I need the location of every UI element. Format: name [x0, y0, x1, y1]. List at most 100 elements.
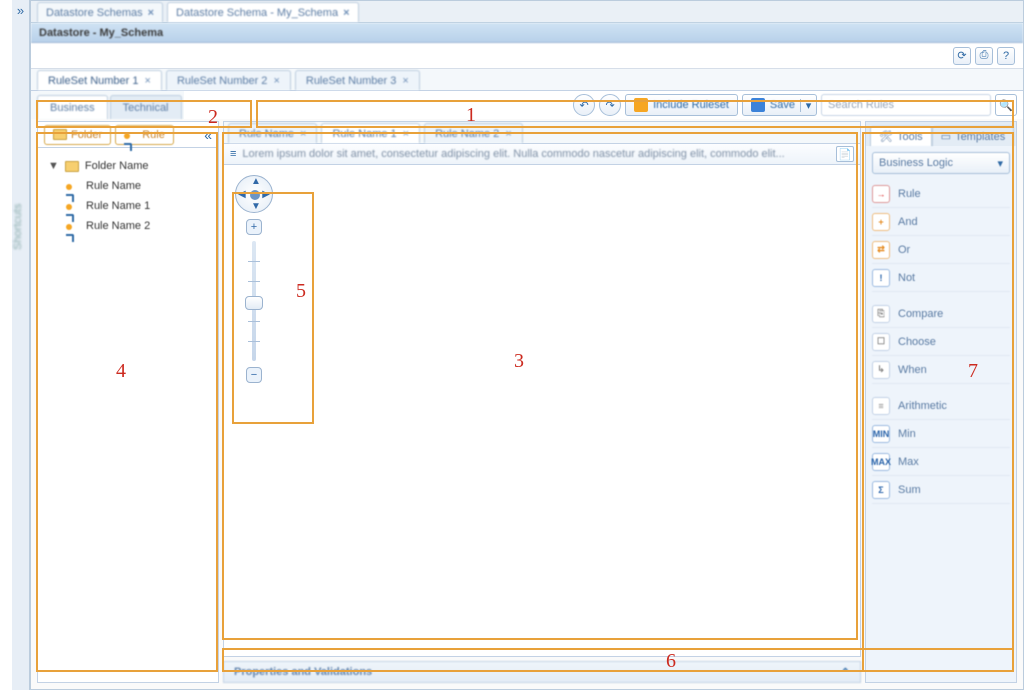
dropdown-label: Business Logic: [879, 157, 953, 169]
zoom-out-button[interactable]: −: [246, 367, 262, 383]
close-icon[interactable]: ×: [300, 128, 306, 140]
tree-rule[interactable]: Rule Name: [44, 176, 212, 196]
rule-canvas[interactable]: ▲ ▼ ◀ ▶ + −: [223, 165, 861, 657]
rule-description: Lorem ipsum dolor sit amet, consectetur …: [242, 148, 830, 160]
include-ruleset-button[interactable]: Include Ruleset: [625, 94, 738, 116]
tool-max[interactable]: MAXMax: [872, 448, 1010, 476]
folder-icon: [65, 161, 79, 172]
tool-label: Choose: [898, 336, 936, 348]
close-icon[interactable]: ×: [343, 7, 349, 19]
rule-label: Rule Name 1: [86, 200, 150, 212]
pan-down-icon[interactable]: ▼: [251, 201, 261, 212]
help-button[interactable]: ?: [997, 47, 1015, 65]
technical-tab[interactable]: Technical: [110, 95, 182, 119]
tool-min[interactable]: MINMin: [872, 420, 1010, 448]
new-folder-button[interactable]: Folder: [44, 125, 111, 145]
shortcuts-sidebar[interactable]: »: [12, 0, 30, 690]
tool-label: Not: [898, 272, 915, 284]
tool-not[interactable]: ! Not: [872, 264, 1010, 292]
tab-label: RuleSet Number 1: [48, 75, 139, 87]
pan-compass[interactable]: ▲ ▼ ◀ ▶: [235, 175, 273, 213]
command-row: Business Technical ↶ ↷ Include Ruleset S…: [31, 91, 1023, 119]
close-icon[interactable]: ×: [505, 128, 511, 140]
view-tabs: Business Technical: [31, 91, 184, 119]
expand-properties-icon[interactable]: ⌃: [841, 666, 850, 679]
save-button[interactable]: Save ▾: [742, 94, 817, 116]
pan-up-icon[interactable]: ▲: [251, 176, 261, 187]
editor-tab-schemas[interactable]: Datastore Schemas ×: [37, 2, 163, 22]
tool-category-dropdown[interactable]: Business Logic ▾: [872, 152, 1010, 174]
tool-icon: MIN: [872, 425, 890, 443]
tools-panel: 🛠Tools ▭Templates Business Logic ▾ →Rule…: [865, 121, 1017, 683]
tools-tab[interactable]: 🛠Tools: [870, 126, 932, 146]
pan-left-icon[interactable]: ◀: [238, 189, 246, 200]
compass-center-icon: [250, 190, 260, 200]
tool-or[interactable]: ⇄Or: [872, 236, 1010, 264]
tree-rule[interactable]: Rule Name 2: [44, 216, 212, 236]
tab-label: Technical: [123, 102, 169, 114]
tab-label: Rule Name: [239, 128, 294, 140]
menu-icon[interactable]: ≡: [230, 148, 236, 160]
refresh-button[interactable]: ⟳: [953, 47, 971, 65]
tool-arithmetic[interactable]: ≡Arithmetic: [872, 392, 1010, 420]
zoom-thumb[interactable]: [245, 296, 263, 310]
save-icon: [751, 98, 765, 112]
tool-rule[interactable]: →Rule: [872, 180, 1010, 208]
save-dropdown[interactable]: ▾: [800, 99, 816, 112]
print-button[interactable]: ⎙: [975, 47, 993, 65]
collapse-tree-icon[interactable]: «: [204, 127, 212, 143]
disclosure-icon[interactable]: ▼: [48, 160, 59, 172]
redo-button[interactable]: ↷: [599, 94, 621, 116]
editor-tab-schema[interactable]: Datastore Schema - My_Schema ×: [167, 2, 358, 22]
search-input[interactable]: Search Rules: [821, 94, 991, 116]
templates-tab[interactable]: ▭Templates: [932, 126, 1015, 146]
close-icon[interactable]: ×: [145, 75, 151, 87]
include-icon: [634, 98, 648, 112]
properties-bar[interactable]: Properties and Validations ⌃: [223, 661, 861, 683]
tree-folder[interactable]: ▼ Folder Name: [44, 156, 212, 176]
expand-shortcuts-icon[interactable]: »: [17, 3, 24, 18]
pan-right-icon[interactable]: ▶: [262, 189, 270, 200]
business-tab[interactable]: Business: [37, 95, 108, 119]
close-icon[interactable]: ×: [403, 128, 409, 140]
close-icon[interactable]: ×: [148, 7, 154, 19]
rule-icon: [66, 221, 80, 231]
ruleset-tab-3[interactable]: RuleSet Number 3×: [295, 70, 420, 90]
tool-sum[interactable]: ΣSum: [872, 476, 1010, 504]
rule-tab[interactable]: Rule Name 1 ×: [321, 123, 420, 143]
tool-choose[interactable]: ☐Choose: [872, 328, 1010, 356]
new-rule-button[interactable]: Rule: [115, 125, 174, 145]
canvas-navigator: ▲ ▼ ◀ ▶ + −: [234, 175, 274, 383]
tab-label: Datastore Schema - My_Schema: [176, 7, 338, 19]
close-icon[interactable]: ×: [402, 75, 408, 87]
rule-tree: ▼ Folder Name Rule Name Rule Name 1 Rule …: [38, 148, 218, 244]
tool-and[interactable]: +And: [872, 208, 1010, 236]
ruleset-tab-2[interactable]: RuleSet Number 2 ×: [166, 70, 291, 90]
rule-icon: [66, 181, 80, 191]
tool-icon: →: [872, 185, 890, 203]
editor-tabs: Datastore Schemas × Datastore Schema - M…: [31, 1, 1023, 23]
undo-button[interactable]: ↶: [573, 94, 595, 116]
ruleset-tab-1[interactable]: RuleSet Number 1 ×: [37, 70, 162, 90]
rule-description-bar: ≡ Lorem ipsum dolor sit amet, consectetu…: [223, 143, 861, 165]
tab-label: Rule Name 1: [332, 128, 396, 140]
zoom-slider[interactable]: [252, 241, 256, 361]
tool-when[interactable]: ↳When: [872, 356, 1010, 384]
tool-icon: !: [872, 269, 890, 287]
button-label: Rule: [142, 129, 165, 141]
search-button[interactable]: 🔍: [995, 94, 1017, 116]
tab-label: RuleSet Number 2: [177, 75, 268, 87]
tool-label: Max: [898, 456, 919, 468]
tree-rule[interactable]: Rule Name 1: [44, 196, 212, 216]
zoom-in-button[interactable]: +: [246, 219, 262, 235]
shortcuts-label: Shortcuts: [12, 204, 24, 250]
rule-tab[interactable]: Rule Name 2×: [424, 123, 523, 143]
rule-tab[interactable]: Rule Name ×: [228, 123, 317, 143]
tools-tabs: 🛠Tools ▭Templates: [866, 122, 1016, 146]
documentation-button[interactable]: 📄: [836, 146, 854, 162]
close-icon[interactable]: ×: [273, 75, 279, 87]
folder-label: Folder Name: [85, 160, 149, 172]
tool-icon: ⎘: [872, 305, 890, 323]
tool-compare[interactable]: ⎘ Compare: [872, 300, 1010, 328]
tool-label: Compare: [898, 308, 943, 320]
